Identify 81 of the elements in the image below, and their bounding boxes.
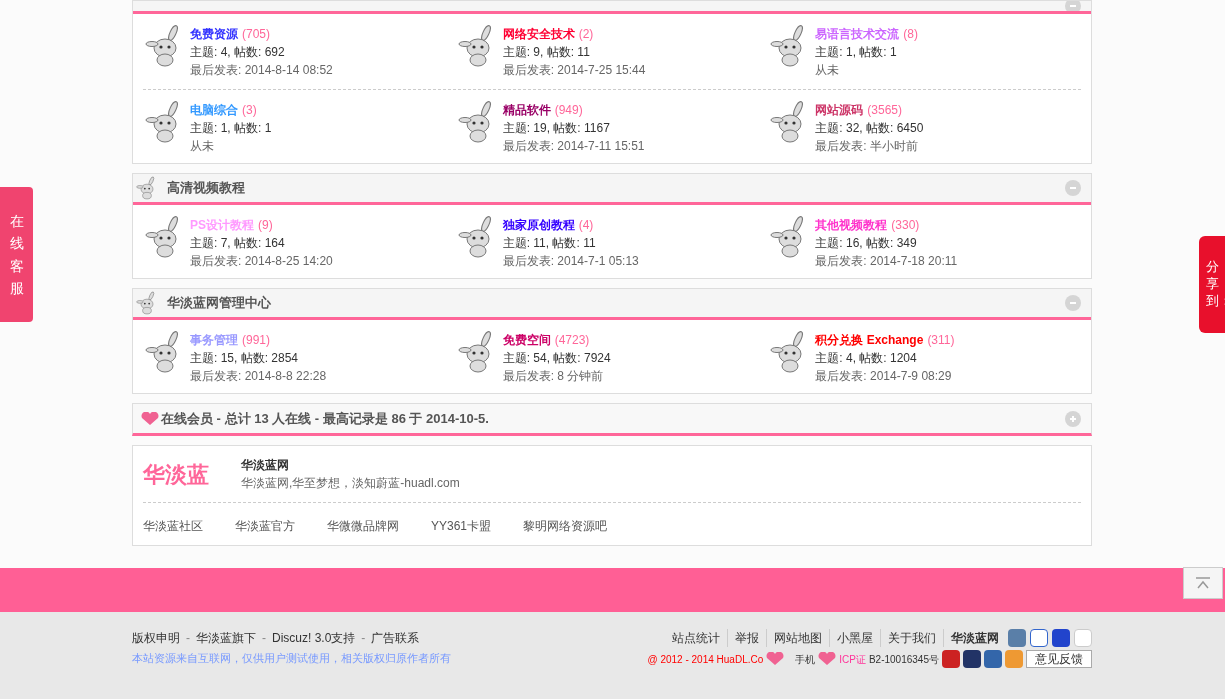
- post-count: (705): [242, 26, 270, 43]
- expand-icon[interactable]: [1065, 410, 1081, 427]
- forum-link[interactable]: 网络安全技术: [502, 25, 575, 43]
- separator: -: [262, 630, 266, 647]
- forum-stats: 主题: 1, 帖数: 1: [190, 120, 272, 137]
- last-post: 最后发表: 2014-8-25 14:20: [190, 253, 333, 270]
- forum-stats: 主题: 11, 帖数: 11: [502, 235, 597, 252]
- back-to-top-button[interactable]: [1183, 567, 1223, 599]
- last-post: 最后发表: 2014-7-9 08:29: [815, 368, 953, 385]
- disclaimer-text: 本站资源来自互联网，仅供用户测试使用，相关版权归原作者所有: [132, 651, 451, 666]
- footer-link[interactable]: 小黑屋: [829, 629, 880, 647]
- footer-link[interactable]: 网站地图: [766, 629, 829, 647]
- footer-link[interactable]: 举报: [727, 629, 766, 647]
- heart-icon: [141, 411, 159, 426]
- post-count: (949): [554, 102, 583, 119]
- heart-icon: [766, 652, 785, 666]
- heart-icon: [818, 652, 837, 666]
- friend-link[interactable]: YY361卡盟: [431, 517, 492, 535]
- post-count: (311): [927, 332, 955, 349]
- back-to-top-icon: [1195, 577, 1211, 589]
- forum-stats: 主题: 15, 帖数: 2854: [190, 350, 300, 367]
- post-count: (4723): [554, 332, 590, 349]
- last-post: 最后发表: 半小时前: [815, 138, 919, 155]
- last-post: 最后发表: 2014-7-11 15:51: [502, 138, 645, 155]
- last-post: 最后发表: 2014-7-25 15:44: [502, 62, 646, 79]
- forum-link[interactable]: 精品软件: [502, 101, 551, 119]
- forum-link[interactable]: 免费空间: [502, 331, 551, 349]
- forum-link[interactable]: 免费资源: [190, 25, 238, 43]
- forum-stats: 主题: 4, 帖数: 1204: [815, 350, 918, 367]
- icp-number: B2-10016345号: [868, 652, 939, 667]
- post-count: (3565): [867, 102, 903, 119]
- forum-stats: 主题: 7, 帖数: 164: [190, 235, 286, 252]
- copyright-text: @ 2012 - 2014 HuaDL.Co: [647, 652, 764, 667]
- section-title: 华淡蓝网管理中心: [167, 294, 271, 313]
- forum-stats: 主题: 32, 帖数: 6450: [815, 120, 924, 137]
- collapse-icon[interactable]: [1065, 295, 1081, 311]
- post-count: (8): [903, 26, 918, 43]
- last-post: 最后发表: 8 分钟前: [502, 368, 605, 385]
- separator: -: [186, 630, 190, 647]
- post-count: (991): [242, 332, 270, 349]
- online-members-title: 在线会员 - 总计 13 人在线 - 最高记录是 86 于 2014-10-5.: [161, 409, 489, 428]
- site-description: 华淡蓝网,华至梦想，淡知蔚蓝-huadl.com: [241, 475, 460, 492]
- forum-link[interactable]: 网站源码: [815, 101, 864, 119]
- forum-stats: 主题: 4, 帖数: 692: [190, 44, 286, 61]
- forum-link[interactable]: 独家原创教程: [502, 216, 575, 234]
- forum-stats: 主题: 19, 帖数: 1167: [502, 120, 611, 137]
- forum-stats: 主题: 54, 帖数: 7924: [502, 350, 611, 367]
- last-post: 最后发表: 2014-7-1 05:13: [502, 253, 639, 270]
- friend-link[interactable]: 华微微品牌网: [327, 517, 399, 535]
- feedback-button[interactable]: 意见反馈: [1026, 650, 1092, 668]
- collapse-icon[interactable]: [1065, 180, 1081, 196]
- last-post: 最后发表: 2014-7-18 20:11: [815, 253, 958, 270]
- footer-link[interactable]: 广告联系: [371, 629, 420, 647]
- customer-service-tab[interactable]: 在线客服: [0, 187, 33, 322]
- share-tab[interactable]: 分享到：: [1199, 236, 1225, 333]
- forum-link[interactable]: 积分兑换 Exchange: [815, 331, 924, 349]
- post-count: (9): [258, 217, 273, 234]
- footer-link[interactable]: Discuz! 3.0支持: [272, 629, 356, 647]
- mobile-link[interactable]: 手机: [795, 651, 816, 667]
- friend-link[interactable]: 华淡蓝社区: [143, 517, 203, 535]
- section-title: 高清视频教程: [167, 179, 245, 198]
- forum-stats: 主题: 9, 帖数: 11: [502, 44, 591, 61]
- forum-stats: 主题: 16, 帖数: 349: [815, 235, 918, 252]
- site-name: 华淡蓝网: [241, 457, 290, 474]
- last-post: 最后发表: 2014-8-14 08:52: [190, 62, 333, 79]
- last-post: 从未: [190, 138, 215, 155]
- footer-link[interactable]: 关于我们: [880, 629, 943, 647]
- footer-link[interactable]: 华淡蓝网: [943, 629, 1006, 647]
- post-count: (330): [891, 217, 920, 234]
- friend-link[interactable]: 黎明网络资源吧: [523, 517, 608, 535]
- footer-link[interactable]: 站点统计: [665, 629, 727, 647]
- footer-link[interactable]: 版权申明: [132, 629, 180, 647]
- post-count: (4): [578, 217, 594, 234]
- footer-link[interactable]: 华淡蓝旗下: [196, 629, 256, 647]
- last-post: 从未: [815, 62, 841, 79]
- separator: -: [361, 630, 366, 647]
- last-post: 最后发表: 2014-8-8 22:28: [190, 368, 327, 385]
- friend-link[interactable]: 华淡蓝官方: [235, 517, 295, 535]
- post-count: (3): [242, 102, 257, 119]
- forum-stats: 主题: 1, 帖数: 1: [815, 44, 898, 61]
- post-count: (2): [578, 26, 594, 43]
